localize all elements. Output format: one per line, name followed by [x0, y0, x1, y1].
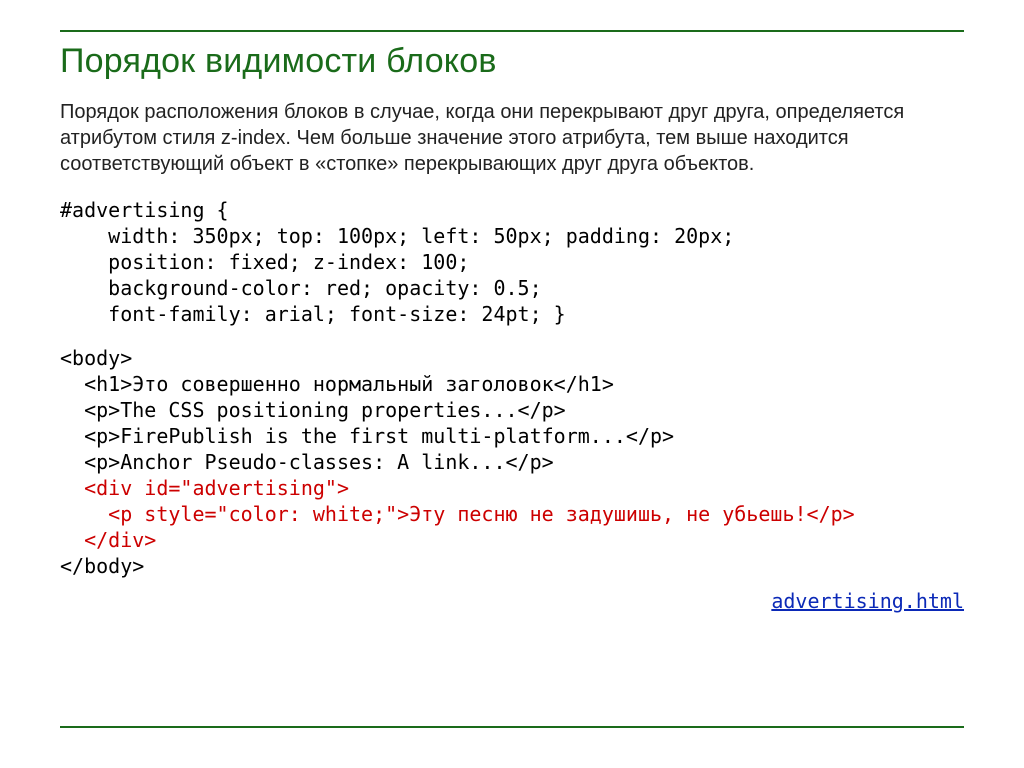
- code-line: <body>: [60, 346, 132, 370]
- intro-paragraph: Порядок расположения блоков в случае, ко…: [60, 99, 964, 177]
- code-line: <p>The CSS positioning properties...</p>: [60, 398, 566, 422]
- top-rule: [60, 30, 964, 32]
- code-line-highlight: <p style="color: white;">Эту песню не за…: [60, 502, 855, 526]
- code-line: <p>FirePublish is the first multi-platfo…: [60, 424, 674, 448]
- code-line: <p>Anchor Pseudo-classes: A link...</p>: [60, 450, 554, 474]
- code-line-highlight: <div id="advertising">: [60, 476, 349, 500]
- css-code-block: #advertising { width: 350px; top: 100px;…: [60, 197, 964, 327]
- code-line: <h1>Это совершенно нормальный заголовок<…: [60, 372, 614, 396]
- code-line-highlight: </div>: [60, 528, 156, 552]
- slide-title: Порядок видимости блоков: [60, 42, 964, 81]
- example-link[interactable]: advertising.html: [771, 589, 964, 613]
- html-code-block: <body> <h1>Это совершенно нормальный заг…: [60, 345, 964, 579]
- slide-frame: Порядок видимости блоков Порядок располо…: [0, 0, 1024, 768]
- bottom-rule: [60, 726, 964, 728]
- code-line: </body>: [60, 554, 144, 578]
- link-row: advertising.html: [60, 589, 964, 613]
